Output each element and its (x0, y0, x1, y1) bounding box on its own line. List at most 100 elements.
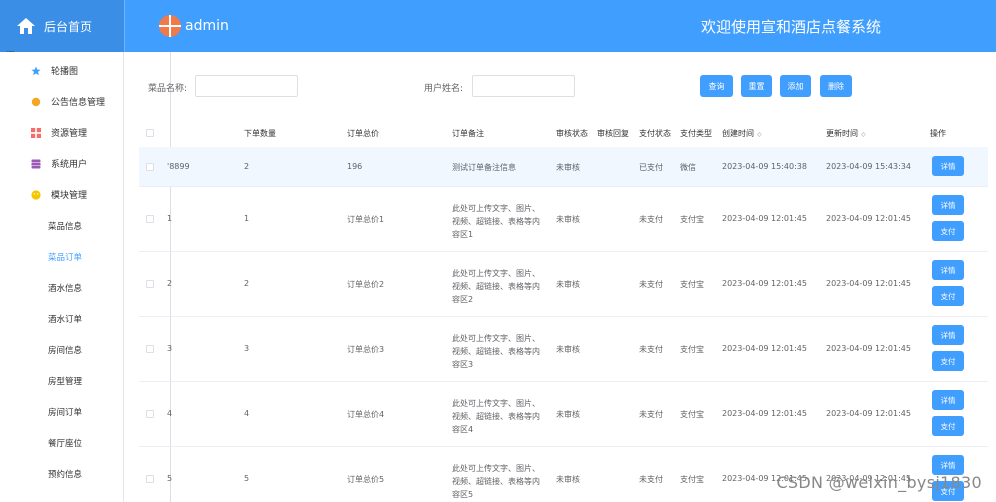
row-checkbox[interactable] (146, 162, 154, 171)
smile-icon (31, 189, 41, 200)
sidebar-subitem-3[interactable]: 酒水订单 (0, 303, 123, 334)
cell-qty: 2 (244, 161, 250, 171)
sidebar-subitem-1[interactable]: 菜品订单 (0, 241, 123, 272)
app-root: 后台首页 admin 欢迎使用宣和酒店点餐系统 樱 轮播图 公告信息管理 资源管… (0, 0, 996, 502)
cell-audit: 未审核 (556, 344, 580, 354)
cell-id: '8899 (167, 161, 190, 171)
col-audit: 审核状态 (556, 129, 588, 138)
cell-total: 订单总价3 (347, 344, 385, 354)
home-link[interactable]: 后台首页 (0, 0, 124, 52)
cell-total: 订单总价2 (347, 279, 385, 289)
watermark: CSDN @weixin_bysj1830 (776, 473, 982, 492)
col-updated[interactable]: 更新时间 ◇ (826, 128, 866, 139)
cell-updated: 2023-04-09 12:01:45 (826, 213, 911, 223)
sidebar-item-label: 资源管理 (51, 129, 88, 139)
reset-button[interactable]: 重置 (741, 75, 772, 97)
detail-button[interactable]: 详情 (932, 455, 964, 475)
cell-total: 订单总价5 (347, 474, 385, 484)
query-button[interactable]: 查询 (700, 75, 733, 97)
sidebar-item-3[interactable]: 系统用户 (0, 148, 123, 179)
pay-button[interactable]: 支付 (932, 351, 964, 371)
pay-button[interactable]: 支付 (932, 286, 964, 306)
grid-icon (31, 127, 41, 138)
cell-pay: 未支付 (639, 214, 663, 224)
cell-audit: 未审核 (556, 214, 580, 224)
row-checkbox[interactable] (146, 344, 154, 353)
detail-button[interactable]: 详情 (932, 156, 964, 176)
cell-paytype: 支付宝 (680, 344, 704, 354)
col-remark: 订单备注 (452, 129, 484, 138)
sidebar-subitem-7[interactable]: 餐厅座位 (0, 427, 123, 458)
sort-icon[interactable]: ◇ (861, 131, 866, 138)
sidebar-subitem-label: 餐厅座位 (48, 438, 83, 449)
cell-updated: 2023-04-09 12:01:45 (826, 408, 911, 418)
cell-id: 2 (167, 278, 173, 288)
cell-qty: 4 (244, 408, 250, 418)
col-created-label: 创建时间 (722, 129, 754, 138)
avatar[interactable] (159, 15, 181, 37)
cell-audit: 未审核 (556, 162, 580, 172)
cell-remark: 此处可上传文字、图片、视频、超链接、表格等内容区1 (452, 203, 540, 239)
sidebar-subitem-5[interactable]: 房型管理 (0, 365, 123, 396)
cell-updated: 2023-04-09 12:01:45 (826, 343, 911, 353)
cell-updated: 2023-04-09 12:01:45 (826, 278, 911, 288)
detail-button[interactable]: 详情 (932, 195, 964, 215)
col-action: 操作 (930, 129, 946, 138)
sidebar-subitem-6[interactable]: 房间订单 (0, 396, 123, 427)
add-button[interactable]: 添加 (780, 75, 811, 97)
col-updated-label: 更新时间 (826, 129, 858, 138)
col-reply: 审核回复 (597, 129, 629, 138)
cell-updated: 2023-04-09 15:43:34 (826, 161, 911, 171)
select-all-checkbox[interactable] (146, 129, 154, 137)
sidebar-subitem-8[interactable]: 预约信息 (0, 458, 123, 489)
col-created[interactable]: 创建时间 ◇ (722, 128, 762, 139)
sidebar-subitem-2[interactable]: 酒水信息 (0, 272, 123, 303)
sidebar-item-2[interactable]: 资源管理 (0, 117, 123, 148)
cell-id: 4 (167, 408, 173, 418)
cell-pay: 未支付 (639, 279, 663, 289)
col-qty: 下单数量 (244, 129, 276, 138)
home-icon (17, 18, 35, 34)
sidebar-item-label: 系统用户 (51, 160, 88, 170)
row-checkbox[interactable] (146, 474, 154, 483)
cell-created: 2023-04-09 15:40:38 (722, 161, 807, 171)
sidebar-item-label: 轮播图 (51, 67, 79, 77)
detail-button[interactable]: 详情 (932, 390, 964, 410)
cell-audit: 未审核 (556, 474, 580, 484)
sidebar-item-label: 公告信息管理 (51, 98, 106, 108)
cell-created: 2023-04-09 12:01:45 (722, 343, 807, 353)
row-checkbox[interactable] (146, 279, 154, 288)
user-name-input[interactable] (472, 75, 575, 97)
cell-paytype: 支付宝 (680, 474, 704, 484)
col-paytype: 支付类型 (680, 129, 712, 138)
detail-button[interactable]: 详情 (932, 325, 964, 345)
cell-created: 2023-04-09 12:01:45 (722, 213, 807, 223)
cell-id: 1 (167, 213, 173, 223)
row-checkbox[interactable] (146, 214, 154, 223)
cell-pay: 未支付 (639, 344, 663, 354)
welcome-title: 欢迎使用宣和酒店点餐系统 (700, 17, 881, 36)
username[interactable]: admin (185, 18, 229, 34)
sidebar-subitem-label: 预约信息 (48, 469, 83, 480)
dish-name-label: 菜品名称: (148, 84, 188, 94)
cell-pay: 未支付 (639, 409, 663, 419)
row-checkbox[interactable] (146, 409, 154, 418)
cell-created: 2023-04-09 12:01:45 (722, 408, 807, 418)
sidebar-subitem-label: 酒水订单 (48, 314, 83, 325)
sidebar-subitem-4[interactable]: 房间信息 (0, 334, 123, 365)
cell-paytype: 支付宝 (680, 279, 704, 289)
sidebar-item-0[interactable]: 轮播图 (0, 55, 123, 86)
detail-button[interactable]: 详情 (932, 260, 964, 280)
sidebar-item-4[interactable]: 模块管理 (0, 179, 123, 210)
pay-button[interactable]: 支付 (932, 416, 964, 436)
sidebar-item-1[interactable]: 公告信息管理 (0, 86, 123, 117)
sort-icon[interactable]: ◇ (757, 131, 762, 138)
cell-id: 3 (167, 343, 173, 353)
pay-button[interactable]: 支付 (932, 221, 964, 241)
cell-created: 2023-04-09 12:01:45 (722, 278, 807, 288)
dish-name-input[interactable] (195, 75, 298, 97)
sidebar-subitem-0[interactable]: 菜品信息 (0, 210, 123, 241)
cell-qty: 1 (244, 213, 250, 223)
sidebar-subitem-label: 酒水信息 (48, 283, 83, 294)
delete-button[interactable]: 删除 (820, 75, 852, 97)
